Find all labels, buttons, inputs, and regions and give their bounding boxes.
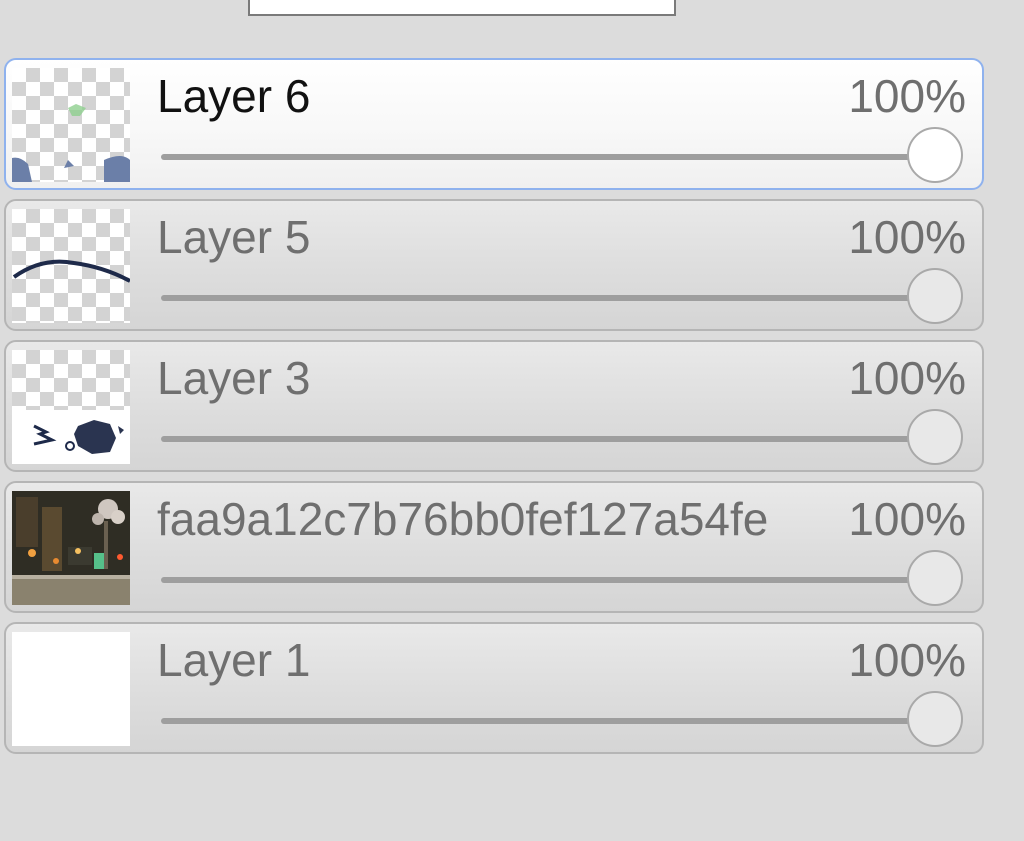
- opacity-slider-track[interactable]: [161, 436, 937, 442]
- layer-row-layer-5[interactable]: Layer 5 100%: [4, 199, 984, 331]
- layer-row-layer-1[interactable]: Layer 1 100%: [4, 622, 984, 754]
- layer-thumbnail: [12, 68, 130, 182]
- opacity-slider-knob[interactable]: [907, 691, 963, 747]
- layers-panel: Layer 6 100% Layer 5 100% Layer 3 100% f…: [4, 58, 984, 763]
- opacity-slider-track[interactable]: [161, 154, 937, 160]
- layer-row-layer-3[interactable]: Layer 3 100%: [4, 340, 984, 472]
- layer-thumbnail: [12, 491, 130, 605]
- layer-name: Layer 5: [157, 211, 311, 263]
- layer-thumbnail: [12, 350, 130, 464]
- opacity-slider-knob[interactable]: [907, 268, 963, 324]
- opacity-slider-track[interactable]: [161, 577, 937, 583]
- layer-name: Layer 3: [157, 352, 311, 404]
- opacity-slider-knob[interactable]: [907, 550, 963, 606]
- opacity-slider-knob[interactable]: [907, 409, 963, 465]
- layer-opacity-value: 100%: [848, 352, 966, 404]
- layer-name: Layer 6: [157, 70, 311, 122]
- layer-name: Layer 1: [157, 634, 311, 686]
- layer-opacity-value: 100%: [848, 211, 966, 263]
- layer-opacity-value: 100%: [848, 493, 966, 545]
- layer-thumbnail: [12, 632, 130, 746]
- layer-name: faa9a12c7b76bb0fef127a54fe: [157, 493, 769, 545]
- layer-opacity-value: 100%: [848, 70, 966, 122]
- layer-row-layer-6[interactable]: Layer 6 100%: [4, 58, 984, 190]
- name-input-field[interactable]: [248, 0, 676, 16]
- opacity-slider-knob[interactable]: [907, 127, 963, 183]
- layer-row-photo[interactable]: faa9a12c7b76bb0fef127a54fe 100%: [4, 481, 984, 613]
- opacity-slider-track[interactable]: [161, 295, 937, 301]
- layer-opacity-value: 100%: [848, 634, 966, 686]
- layer-thumbnail: [12, 209, 130, 323]
- opacity-slider-track[interactable]: [161, 718, 937, 724]
